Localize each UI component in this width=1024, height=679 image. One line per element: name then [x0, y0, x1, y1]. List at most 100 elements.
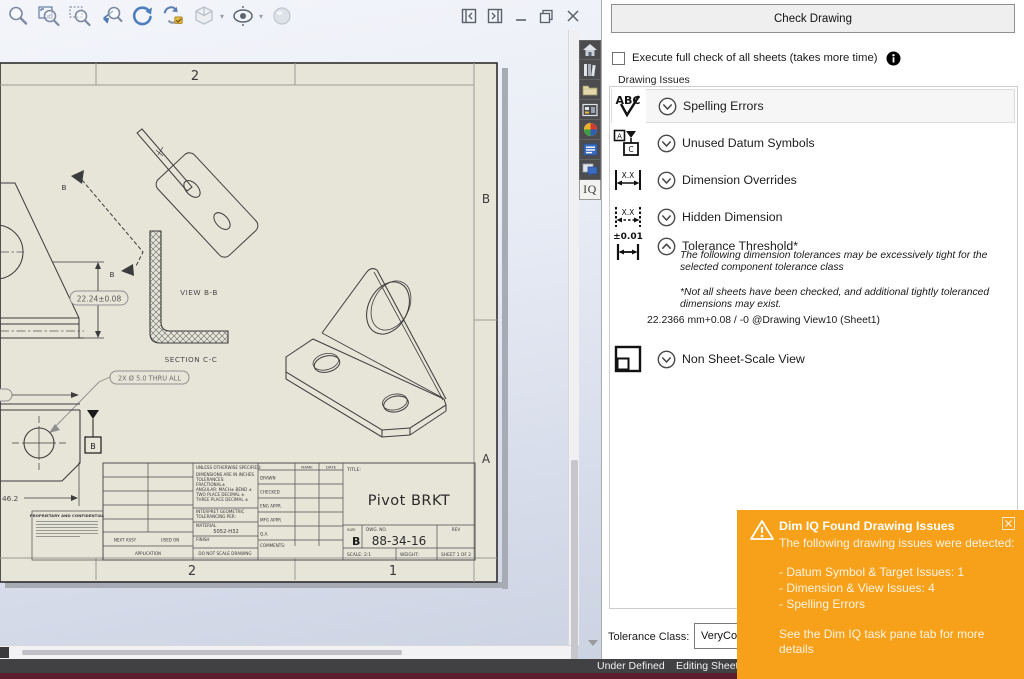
view-orientation-icon[interactable] [231, 4, 255, 28]
name-header: NAME [301, 465, 313, 470]
tolerance-note-line-1: *Not all sheets have been checked, and a… [680, 287, 989, 298]
vertical-scrollbar[interactable] [568, 30, 579, 645]
tolerance-note-line: UNLESS OTHERWISE SPECIFIED: [196, 465, 262, 470]
tab-forum[interactable] [579, 160, 601, 180]
issue-row-spelling-errors[interactable]: ABC Spelling Errors [611, 89, 1015, 123]
zoom-in-out-icon[interactable] [6, 4, 30, 28]
date-header: DATE [326, 465, 337, 470]
tab-dim-iq[interactable]: IQ [579, 180, 601, 200]
section-c-c-label: SECTION C-C [165, 355, 218, 364]
issue-row-dimension-overrides[interactable]: X.X Dimension Overrides [611, 163, 1015, 197]
check-drawing-button[interactable]: Check Drawing [611, 4, 1015, 33]
scrollbar-corner [0, 647, 9, 658]
issue-label: Spelling Errors [683, 99, 764, 113]
full-check-checkbox[interactable] [612, 52, 625, 65]
zone-right-upper: B [482, 192, 490, 206]
vertical-scrollbar-thumb[interactable] [571, 460, 578, 665]
pane-collapse-arrow-icon[interactable] [588, 640, 598, 646]
issue-label: Dimension Overrides [682, 173, 797, 187]
tab-home[interactable] [579, 40, 601, 60]
material-value: 5052-H32 [213, 529, 239, 535]
sheet-of-label: SHEET 1 OF 2 [441, 552, 471, 558]
tab-custom-properties[interactable] [579, 140, 601, 160]
approval-row-label: ENG APPR. [260, 504, 282, 509]
svg-text:C: C [628, 145, 633, 154]
tolerance-note-line-2: dimensions may exist. [680, 299, 781, 310]
zoom-to-area-icon[interactable] [68, 4, 92, 28]
issue-row-unused-datum-symbols[interactable]: A C Unused Datum Symbols [611, 126, 1015, 160]
restore-icon[interactable] [538, 8, 555, 25]
tab-file-explorer[interactable] [579, 80, 601, 100]
warning-icon [749, 518, 775, 542]
chevron-down-icon[interactable] [657, 134, 676, 153]
display-style-caret-icon[interactable]: ▾ [220, 12, 224, 21]
chevron-up-icon[interactable] [657, 237, 676, 256]
folder-icon [582, 83, 598, 96]
approval-row-label: COMMENTS: [260, 543, 285, 548]
notification-item: - Dimension & View Issues: 4 [779, 581, 935, 595]
heads-up-toolbar: ▾ ▾ [6, 4, 294, 28]
previous-view-icon[interactable] [99, 4, 123, 28]
task-pane-tab-strip: IQ [579, 40, 601, 200]
display-style-icon[interactable] [192, 4, 216, 28]
notification-item: - Datum Symbol & Target Issues: 1 [779, 565, 964, 579]
dim-iq-tab-label: IQ [583, 182, 597, 197]
tolerance-result-item[interactable]: 22.2366 mm+0.08 / -0 @Drawing View10 (Sh… [647, 315, 880, 326]
tolerance-description-line-2: selected component tolerance class [680, 262, 844, 273]
notification-footer-2: details [779, 642, 814, 656]
chevron-down-icon[interactable] [657, 350, 676, 369]
minimize-icon[interactable] [512, 8, 529, 25]
hidden-dimension-icon: X.X [613, 202, 643, 232]
notification-intro: The following drawing issues were detect… [779, 536, 1014, 550]
zone-bottom-left: 2 [188, 564, 196, 579]
chevron-down-icon[interactable] [657, 171, 676, 190]
svg-text:X.X: X.X [622, 208, 635, 217]
zoom-to-fit-icon[interactable] [37, 4, 61, 28]
tolerance-class-label: Tolerance Class: [608, 631, 689, 643]
chevron-down-icon[interactable] [657, 208, 676, 227]
tab-design-library[interactable] [579, 60, 601, 80]
issue-label: Non Sheet-Scale View [682, 352, 805, 366]
sheet-paper [0, 63, 508, 589]
full-check-label: Execute full check of all sheets (takes … [632, 52, 878, 64]
interpret-line-2: TOLERANCING PER: [195, 514, 236, 519]
size-value: B [352, 535, 360, 548]
design-library-icon [583, 63, 597, 77]
dimension-override-icon: X.X [613, 165, 643, 195]
dwg-no-label: DWG. NO. [366, 527, 387, 532]
approval-row-label: DRAWN [260, 476, 276, 481]
material-label: MATERIAL [196, 523, 217, 528]
title-label: TITLE: [346, 467, 361, 473]
datum-label: B [90, 442, 96, 451]
approval-row-label: MFG APPR. [260, 518, 282, 523]
drawing-sheet[interactable]: 2 2 1 B A 22.24±0.08 B B [0, 28, 601, 660]
zone-bottom-right: 1 [389, 564, 397, 579]
notification-item: - Spelling Errors [779, 597, 865, 611]
notification-footer-1: See the Dim IQ task pane tab for more [779, 627, 984, 641]
application-label: APPLICATION [135, 551, 161, 556]
close-icon[interactable] [564, 8, 581, 25]
view-b-b-label: VIEW B-B [180, 288, 218, 297]
rotate-view-icon[interactable] [130, 4, 154, 28]
appearance-icon[interactable] [270, 4, 294, 28]
forum-icon [582, 163, 598, 177]
dim-iq-notification[interactable]: Dim IQ Found Drawing Issues The followin… [737, 510, 1024, 679]
appearances-icon [583, 122, 598, 137]
horizontal-scrollbar-thumb[interactable] [22, 650, 402, 655]
horizontal-scrollbar[interactable] [0, 645, 578, 659]
drawing-issues-group-label: Drawing Issues [614, 74, 694, 86]
tolerance-description-line-1: The following dimension tolerances may b… [680, 250, 987, 261]
issue-row-non-sheet-scale-view[interactable]: Non Sheet-Scale View [611, 342, 1015, 376]
approval-row-label: Q.A. [260, 532, 269, 537]
chevron-down-icon[interactable] [658, 97, 677, 116]
dock-right-pane-icon[interactable] [486, 8, 503, 25]
tab-view-palette[interactable] [579, 100, 601, 120]
redraw-icon[interactable] [161, 4, 185, 28]
dock-left-pane-icon[interactable] [460, 8, 477, 25]
tab-appearances[interactable] [579, 120, 601, 140]
notification-close-icon[interactable] [1002, 517, 1015, 530]
info-icon[interactable] [886, 51, 901, 66]
datum-symbol-icon: A C [613, 128, 643, 158]
section-arrow-label-1: B [62, 184, 67, 192]
view-orientation-caret-icon[interactable]: ▾ [259, 12, 263, 21]
